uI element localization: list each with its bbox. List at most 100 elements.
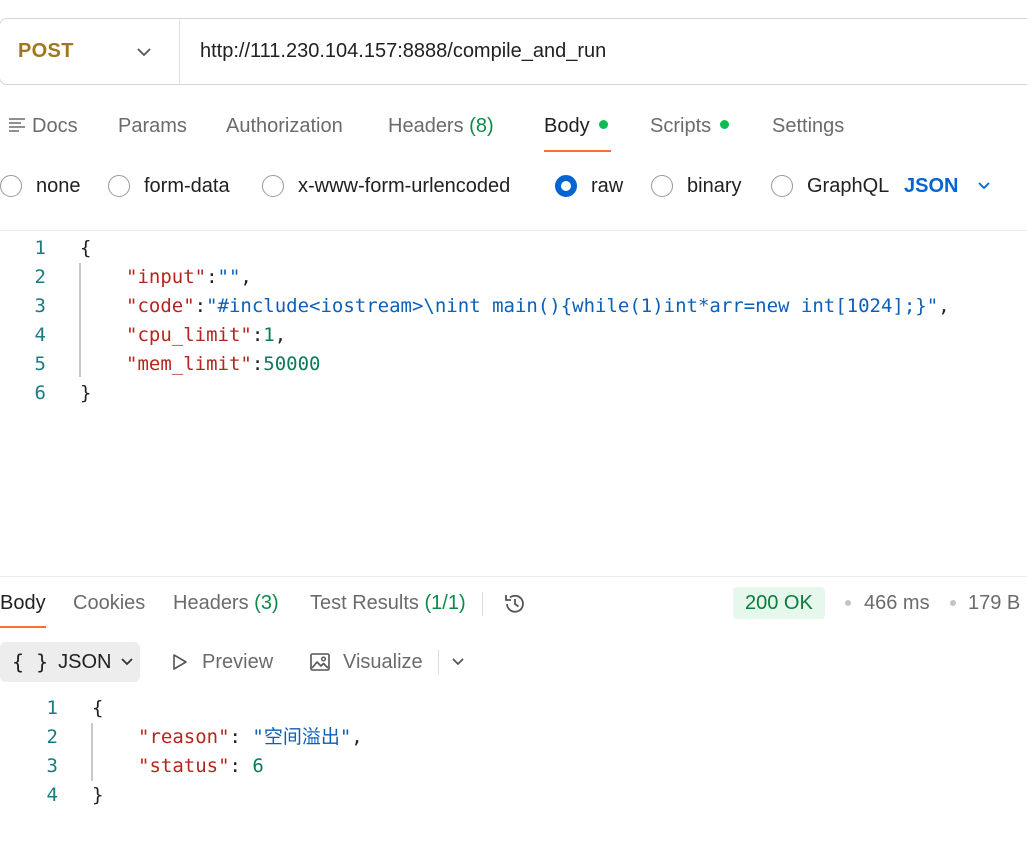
json-key: "mem_limit": [126, 353, 252, 375]
json-key: "input": [126, 266, 207, 288]
tab-body[interactable]: Body: [544, 104, 611, 152]
response-size[interactable]: 179 B: [968, 587, 1020, 619]
divider: [482, 592, 483, 616]
test-results-count: (1/1): [424, 592, 466, 614]
line-number: 1: [34, 237, 46, 259]
json-string: "#include<iostream>\nint main(){while(1)…: [206, 295, 939, 317]
tab-authorization[interactable]: Authorization: [226, 104, 343, 152]
radio-graphql[interactable]: GraphQL: [771, 166, 889, 206]
radio-raw[interactable]: raw: [555, 166, 623, 206]
body-format-select[interactable]: JSON: [904, 166, 992, 206]
response-tab-test-results-label: Test Results: [310, 592, 419, 614]
play-icon: [173, 654, 187, 670]
response-headers-count: (3): [254, 592, 279, 614]
status-badge[interactable]: 200 OK: [733, 587, 825, 619]
indent-guide: [79, 263, 81, 377]
divider: [0, 576, 1027, 577]
tab-authorization-label: Authorization: [226, 115, 343, 137]
method-select[interactable]: POST: [0, 19, 180, 84]
response-tab-cookies-label: Cookies: [73, 592, 146, 614]
line-number: 3: [34, 295, 46, 317]
braces-icon: { }: [12, 650, 49, 674]
json-string: "空间溢出": [252, 726, 352, 748]
code-text: }: [92, 784, 104, 806]
tab-scripts[interactable]: Scripts: [650, 104, 730, 152]
response-tab-test-results[interactable]: Test Results (1/1): [310, 582, 466, 628]
response-format-label: JSON: [58, 650, 112, 673]
radio-urlencoded-label: x-www-form-urlencoded: [298, 174, 511, 197]
response-tab-headers[interactable]: Headers (3): [173, 582, 279, 628]
visualize-button[interactable]: Visualize: [309, 642, 423, 682]
json-string: "": [217, 266, 241, 288]
preview-label: Preview: [202, 650, 274, 673]
docs-icon: [9, 117, 25, 132]
chevron-down-icon[interactable]: [450, 654, 466, 670]
radio-none-circle[interactable]: [0, 175, 22, 197]
line-number: 1: [46, 697, 58, 719]
response-format-select[interactable]: { } JSON: [0, 642, 140, 682]
radio-graphql-label: GraphQL: [807, 174, 890, 197]
tab-docs[interactable]: Docs: [8, 104, 78, 152]
body-format-label: JSON: [904, 174, 959, 197]
separator-dot: [845, 600, 851, 606]
radio-raw-circle[interactable]: [555, 175, 577, 197]
line-number: 4: [34, 324, 46, 346]
json-number: 6: [252, 755, 264, 777]
code-text: {: [80, 237, 92, 259]
tab-headers[interactable]: Headers (8): [388, 104, 494, 152]
tab-headers-label: Headers: [388, 115, 464, 137]
visualize-label: Visualize: [343, 650, 423, 673]
radio-form-data[interactable]: form-data: [108, 166, 230, 206]
response-tab-body-label: Body: [0, 592, 46, 614]
radio-form-data-label: form-data: [144, 174, 230, 197]
line-number: 6: [34, 382, 46, 404]
url-input[interactable]: http://111.230.104.157:8888/compile_and_…: [180, 40, 606, 63]
tab-scripts-label: Scripts: [650, 115, 712, 137]
preview-button[interactable]: Preview: [170, 642, 273, 682]
radio-raw-label: raw: [591, 174, 624, 197]
response-tab-body[interactable]: Body: [0, 582, 46, 628]
json-key: "status": [138, 755, 230, 777]
chevron-down-icon: [121, 658, 134, 666]
tab-headers-count: (8): [469, 115, 494, 137]
radio-urlencoded-circle[interactable]: [262, 175, 284, 197]
body-type-selector: none form-data x-www-form-urlencoded raw…: [0, 166, 1027, 206]
radio-none[interactable]: none: [0, 166, 81, 206]
line-number: 2: [34, 266, 46, 288]
line-number: 3: [46, 755, 58, 777]
response-toolbar: { } JSON Preview Visualize: [0, 642, 1027, 682]
body-modified-dot: [598, 120, 608, 130]
radio-urlencoded[interactable]: x-www-form-urlencoded: [262, 166, 510, 206]
radio-binary[interactable]: binary: [651, 166, 741, 206]
chevron-down-icon: [978, 182, 991, 190]
response-tab-cookies[interactable]: Cookies: [73, 582, 145, 628]
tab-docs-label: Docs: [32, 115, 78, 137]
line-number: 5: [34, 353, 46, 375]
line-number: 4: [46, 784, 58, 806]
radio-graphql-circle[interactable]: [771, 175, 793, 197]
divider: [438, 650, 439, 674]
code-text: }: [80, 382, 92, 404]
image-icon: [310, 653, 330, 671]
chevron-down-icon: [137, 47, 151, 56]
json-key: "code": [126, 295, 195, 317]
json-number: 50000: [263, 353, 321, 375]
url-bar: POST http://111.230.104.157:8888/compile…: [0, 18, 1027, 85]
code-text: {: [92, 697, 104, 719]
json-key: "reason": [138, 726, 230, 748]
radio-binary-label: binary: [687, 174, 742, 197]
json-number: 1: [263, 324, 275, 346]
radio-none-label: none: [36, 174, 81, 197]
method-label: POST: [18, 40, 74, 62]
tab-params[interactable]: Params: [118, 104, 187, 152]
tab-settings[interactable]: Settings: [772, 104, 844, 152]
divider: [0, 230, 1027, 231]
line-number: 2: [46, 726, 58, 748]
response-time[interactable]: 466 ms: [864, 587, 930, 619]
radio-binary-circle[interactable]: [651, 175, 673, 197]
history-icon[interactable]: [502, 591, 528, 617]
json-key: "cpu_limit": [126, 324, 252, 346]
radio-form-data-circle[interactable]: [108, 175, 130, 197]
indent-guide: [91, 723, 93, 781]
tab-settings-label: Settings: [772, 115, 845, 137]
